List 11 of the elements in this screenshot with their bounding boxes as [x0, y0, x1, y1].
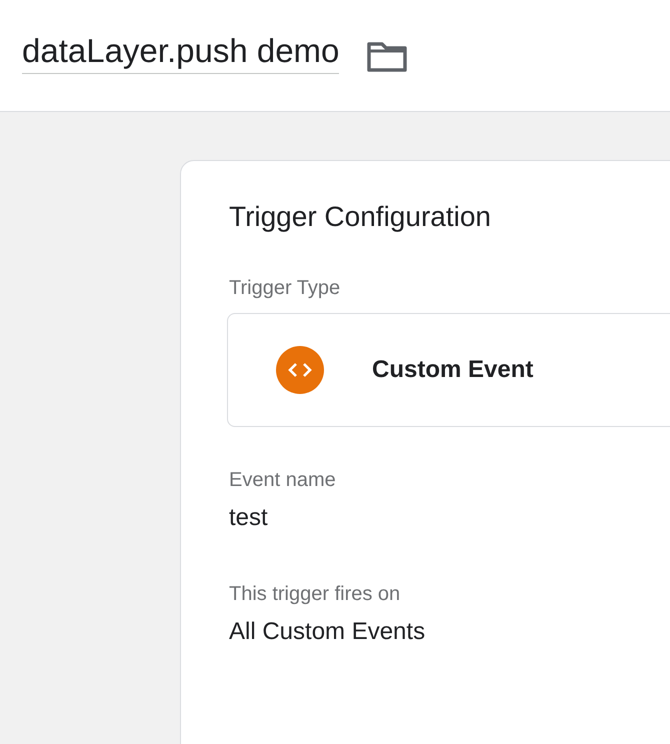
- field-label: Trigger Type: [229, 276, 342, 301]
- code-brackets-icon: [276, 346, 324, 394]
- field-value: All Custom Events: [229, 617, 426, 647]
- field-value: test: [229, 503, 269, 533]
- field-label: Event name: [229, 468, 337, 493]
- card-title: Trigger Configuration: [229, 200, 492, 234]
- field-label: This trigger fires on: [229, 582, 402, 607]
- trigger-type-selector[interactable]: Custom Event: [227, 313, 670, 427]
- folder-icon[interactable]: [367, 40, 408, 72]
- container-title[interactable]: dataLayer.push demo: [22, 31, 340, 74]
- trigger-type-name: Custom Event: [372, 356, 534, 384]
